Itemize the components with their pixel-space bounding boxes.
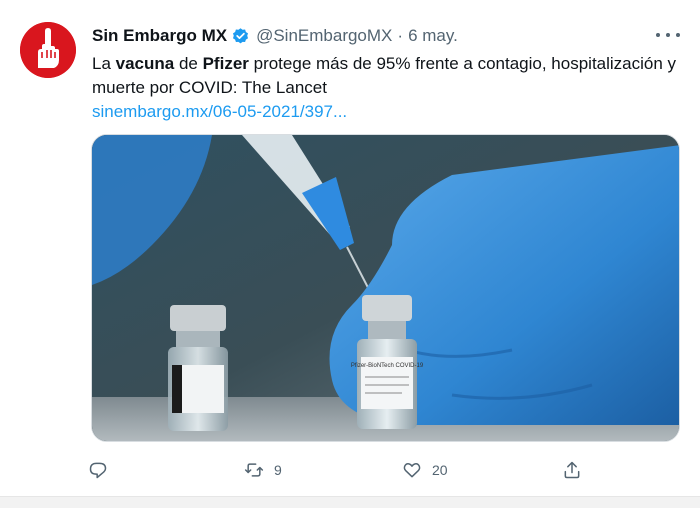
avatar[interactable] (20, 22, 76, 78)
retweet-icon (244, 463, 264, 477)
tweet-card[interactable]: Sin Embargo MX @SinEmbargoMX · 6 may. La… (0, 0, 700, 497)
vial-left (168, 305, 228, 431)
tweet-timestamp[interactable]: 6 may. (408, 26, 458, 46)
tweet-text: La vacuna de Pfizer protege más de 95% f… (92, 52, 682, 124)
raised-hand-logo-icon (20, 22, 76, 78)
author-name[interactable]: Sin Embargo MX (92, 26, 227, 46)
heart-icon (403, 463, 421, 478)
more-options-button[interactable] (656, 24, 680, 46)
share-button[interactable] (562, 458, 582, 482)
retweet-count: 9 (274, 462, 282, 478)
share-icon (564, 461, 580, 479)
author-handle[interactable]: @SinEmbargoMX (256, 26, 392, 46)
retweet-button[interactable]: 9 (244, 458, 282, 482)
svg-text:Pfizer-BioNTech COVID-19: Pfizer-BioNTech COVID-19 (351, 363, 424, 369)
tweet-image[interactable]: Pfizer-BioNTech COVID-19 (91, 134, 680, 442)
tweet-actions: 9 20 (88, 458, 588, 482)
reply-button[interactable] (88, 458, 118, 482)
like-button[interactable]: 20 (402, 458, 448, 482)
tweet-link[interactable]: sinembargo.mx/06-05-2021/397... (92, 100, 682, 124)
tweet-header: Sin Embargo MX @SinEmbargoMX · 6 may. (92, 24, 458, 48)
separator-dot: · (397, 26, 404, 45)
more-dots-icon (656, 33, 660, 37)
vaccine-photo: Pfizer-BioNTech COVID-19 (92, 135, 679, 441)
verified-badge-icon (233, 27, 249, 43)
reply-icon (89, 462, 107, 479)
like-count: 20 (432, 462, 448, 478)
